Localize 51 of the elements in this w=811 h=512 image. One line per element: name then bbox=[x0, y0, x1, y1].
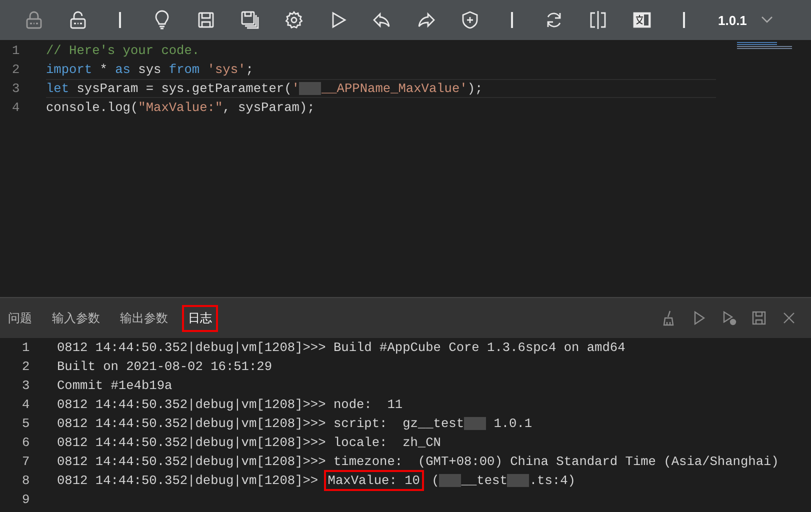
line-number: 2 bbox=[11, 62, 21, 77]
caret-icon[interactable] bbox=[760, 16, 773, 24]
lock-icon bbox=[24, 10, 44, 30]
redo-icon bbox=[416, 10, 436, 30]
log-line: 0812 14:44:50.352|debug|vm[1208]>>> node: 11 bbox=[57, 396, 404, 413]
code-line: import * as sys from 'sys'; bbox=[46, 61, 254, 78]
translate-icon bbox=[632, 10, 652, 30]
panel-tab[interactable]: 问题 bbox=[2, 304, 38, 332]
line-number: 8 bbox=[21, 473, 31, 488]
panel-tab[interactable]: 日志 bbox=[182, 304, 218, 332]
save-all-icon bbox=[240, 10, 260, 30]
redacted-block bbox=[464, 417, 486, 430]
line-number: 5 bbox=[21, 416, 31, 431]
line-number: 1 bbox=[11, 43, 21, 58]
redacted-block bbox=[439, 474, 462, 487]
code-line: let sysParam = sys.getParameter(' __APPName_MaxValue'); bbox=[46, 79, 716, 98]
log-line: 0812 14:44:50.352|debug|vm[1208]>> MaxValue: 10 ( __test .ts:4) bbox=[57, 472, 811, 489]
unlock-icon bbox=[68, 10, 88, 30]
log-line: 0812 14:44:50.352|debug|vm[1208]>>> locale: zh_CN bbox=[57, 434, 442, 451]
redacted-block bbox=[507, 474, 530, 487]
panel-tab[interactable]: 输入参数 bbox=[46, 304, 106, 332]
line-number: 9 bbox=[21, 492, 31, 507]
toolbar-separator bbox=[119, 12, 121, 28]
code-line: // Here's your code. bbox=[46, 42, 201, 59]
line-number: 3 bbox=[11, 81, 21, 96]
toolbar-separator bbox=[683, 12, 685, 28]
log-line: Commit #1e4b19a bbox=[57, 377, 174, 394]
redacted-block bbox=[299, 82, 322, 95]
close-icon[interactable] bbox=[781, 310, 797, 326]
shield-icon bbox=[460, 10, 480, 30]
run-step-icon[interactable] bbox=[721, 310, 737, 326]
line-number: 3 bbox=[21, 378, 31, 393]
line-number: 1 bbox=[21, 340, 31, 355]
line-number: 2 bbox=[21, 359, 31, 374]
split-icon bbox=[588, 10, 608, 30]
log-line: 0812 14:44:50.352|debug|vm[1208]>>> timezone: (GMT+08:00) China Standard Time (Asia/Shanghai) bbox=[57, 453, 780, 470]
toolbar-separator bbox=[511, 12, 513, 28]
save-icon[interactable] bbox=[751, 310, 767, 326]
log-line: 0812 14:44:50.352|debug|vm[1208]>>> Build #AppCube Core 1.3.6spc4 on amd64 bbox=[57, 339, 626, 356]
gear-icon bbox=[284, 10, 304, 30]
undo-icon bbox=[372, 10, 392, 30]
line-number: 7 bbox=[21, 454, 31, 469]
panel-tab[interactable]: 输出参数 bbox=[114, 304, 174, 332]
save-icon bbox=[196, 10, 216, 30]
log-line: 0812 14:44:50.352|debug|vm[1208]>>> script: gz__test 1.0.1 bbox=[57, 415, 534, 432]
code-line: console.log("MaxValue:", sysParam); bbox=[46, 99, 316, 116]
log-line: Built on 2021-08-02 16:51:29 bbox=[57, 358, 274, 375]
version-label: 1.0.1 bbox=[718, 12, 747, 28]
line-number: 6 bbox=[21, 435, 31, 450]
line-number: 4 bbox=[21, 397, 31, 412]
line-number: 4 bbox=[11, 100, 21, 115]
